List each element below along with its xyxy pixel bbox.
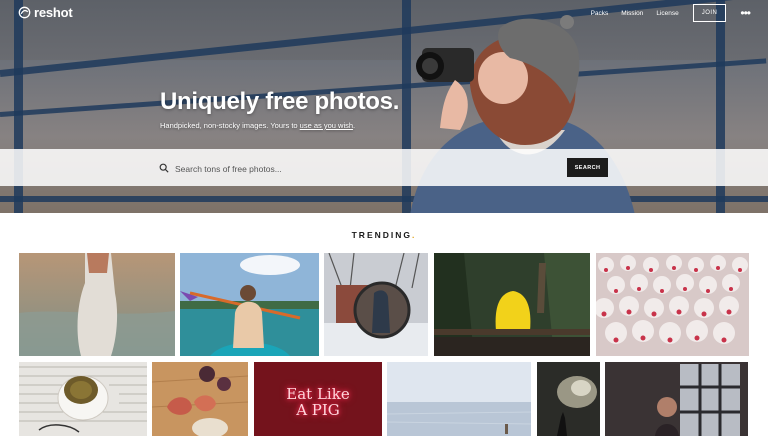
more-dots-icon[interactable]: ••• xyxy=(740,7,751,19)
photo-yellow-hoodie-bench[interactable] xyxy=(434,253,590,356)
brand-logo[interactable]: reshot xyxy=(18,5,73,20)
photo-image xyxy=(605,362,748,436)
photo-image xyxy=(434,253,590,356)
hero-title: Uniquely free photos. xyxy=(160,88,400,115)
nav-mission[interactable]: Mission xyxy=(621,10,643,17)
search-button[interactable]: SEARCH xyxy=(567,158,608,177)
join-button[interactable]: JOIN xyxy=(692,4,727,22)
nav-license[interactable]: License xyxy=(656,10,678,17)
photo-snowy-mirror[interactable] xyxy=(324,253,428,356)
photo-image xyxy=(596,253,749,356)
subtitle-text: Handpicked, non-stocky images. Yours to xyxy=(160,121,300,130)
hero-background xyxy=(0,60,768,213)
photo-image xyxy=(152,362,248,436)
photo-window-portrait[interactable] xyxy=(605,362,748,436)
photo-figs-on-table[interactable] xyxy=(152,362,248,436)
neon-line-1: Eat Like xyxy=(286,385,350,403)
photo-kayaker[interactable] xyxy=(180,253,319,356)
photo-lucky-cats[interactable] xyxy=(596,253,749,356)
nav-packs[interactable]: Packs xyxy=(591,10,609,17)
hero-subtitle: Handpicked, non-stocky images. Yours to … xyxy=(160,121,355,130)
search-bar: SEARCH xyxy=(0,149,768,186)
brand-name: reshot xyxy=(34,5,73,20)
neon-sign-text: Eat Like A PIG xyxy=(254,386,382,418)
reshot-logo-icon xyxy=(18,6,31,19)
trending-heading: TRENDING. xyxy=(0,230,768,240)
trending-dot: . xyxy=(412,230,417,240)
photo-image xyxy=(180,253,319,356)
photo-dark-clouds-hand[interactable] xyxy=(537,362,600,436)
search-icon xyxy=(159,163,169,173)
photo-image xyxy=(19,362,147,436)
photo-image xyxy=(537,362,600,436)
photo-tea-cup-newspaper[interactable] xyxy=(19,362,147,436)
photo-pale-sea[interactable] xyxy=(387,362,531,436)
photo-image xyxy=(324,253,428,356)
search-input[interactable] xyxy=(173,159,557,178)
subtitle-period: . xyxy=(353,121,356,130)
trending-label: TRENDING xyxy=(351,230,412,240)
top-nav: Packs Mission License JOIN ••• xyxy=(578,4,751,22)
photo-woman-in-sea[interactable] xyxy=(19,253,175,356)
neon-line-2: A PIG xyxy=(296,401,340,419)
photo-image xyxy=(19,253,175,356)
photo-image xyxy=(387,362,531,436)
photo-eat-like-a-pig-neon[interactable]: Eat Like A PIG xyxy=(254,362,382,436)
use-as-you-wish-link[interactable]: use as you wish xyxy=(300,121,353,130)
railing-bar xyxy=(0,196,768,202)
